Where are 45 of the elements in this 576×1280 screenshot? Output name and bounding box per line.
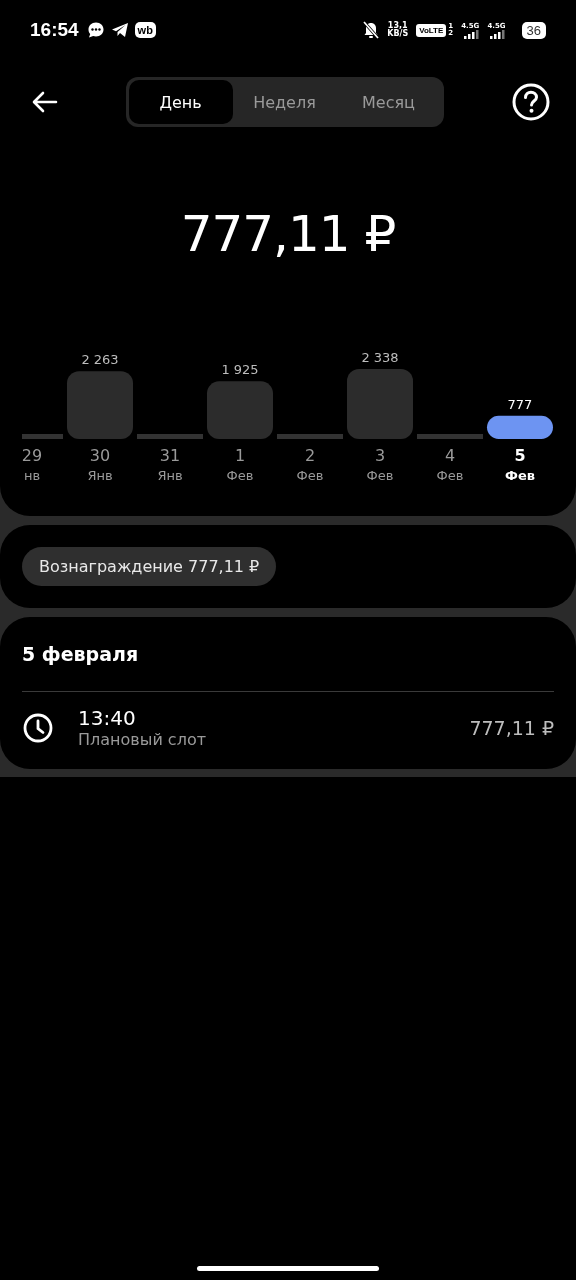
signal-icon (487, 29, 506, 39)
value-label: 2 338 (361, 350, 399, 365)
month-label[interactable]: Янв (157, 468, 183, 483)
month-label[interactable]: Фев (366, 468, 394, 483)
clock-icon (22, 711, 54, 744)
total-amount: 777,11 ₽ (179, 204, 397, 264)
day-label[interactable]: 29 (21, 446, 43, 465)
month-label[interactable]: нв (23, 468, 41, 483)
day-label[interactable]: 31 (159, 446, 181, 465)
month-label[interactable]: Фев (505, 468, 535, 483)
muted-bell-icon (363, 21, 380, 39)
chat-bubble-icon (86, 21, 105, 39)
status-time: 16:54 (30, 19, 79, 41)
day-label[interactable]: 1 (234, 446, 246, 465)
period-tab[interactable]: Неделя (232, 80, 337, 124)
reward-chip: Вознаграждение 777,11 ₽ (22, 547, 277, 586)
month-label[interactable]: Фев (226, 468, 254, 483)
value-label: 2 263 (81, 352, 119, 368)
help-icon (511, 82, 551, 122)
day-label[interactable]: 3 (374, 446, 386, 465)
period-tab[interactable]: День (128, 80, 233, 124)
entry-amount: 777,11 ₽ (469, 716, 554, 739)
home-indicator[interactable] (197, 1266, 379, 1271)
day-label[interactable]: 4 (444, 446, 456, 465)
battery-level: 36 (521, 21, 546, 39)
volte-badge: VoLTE (416, 23, 447, 37)
speed-unit: KB/S (387, 30, 409, 38)
entry-time: 13:40 (78, 706, 137, 730)
network-speed: 13,1 (387, 22, 408, 30)
signal-icon (461, 29, 480, 39)
day-label[interactable]: 5 (514, 446, 526, 465)
period-tab[interactable]: Месяц (336, 80, 441, 124)
paper-plane-icon (110, 22, 129, 38)
bar[interactable] (487, 415, 553, 439)
month-label[interactable]: Фев (296, 468, 324, 483)
month-label[interactable]: Янв (87, 468, 113, 483)
month-label[interactable]: Фев (436, 468, 464, 483)
entry-type: Плановый слот (78, 730, 207, 749)
app-badge: wb (134, 22, 156, 38)
day-title: 5 февраля (22, 643, 140, 665)
value-label: 777 (507, 396, 533, 412)
value-label: 1 925 (221, 362, 259, 378)
day-label[interactable]: 30 (89, 446, 111, 465)
day-label[interactable]: 2 (304, 446, 316, 465)
back-arrow-icon (32, 91, 58, 113)
